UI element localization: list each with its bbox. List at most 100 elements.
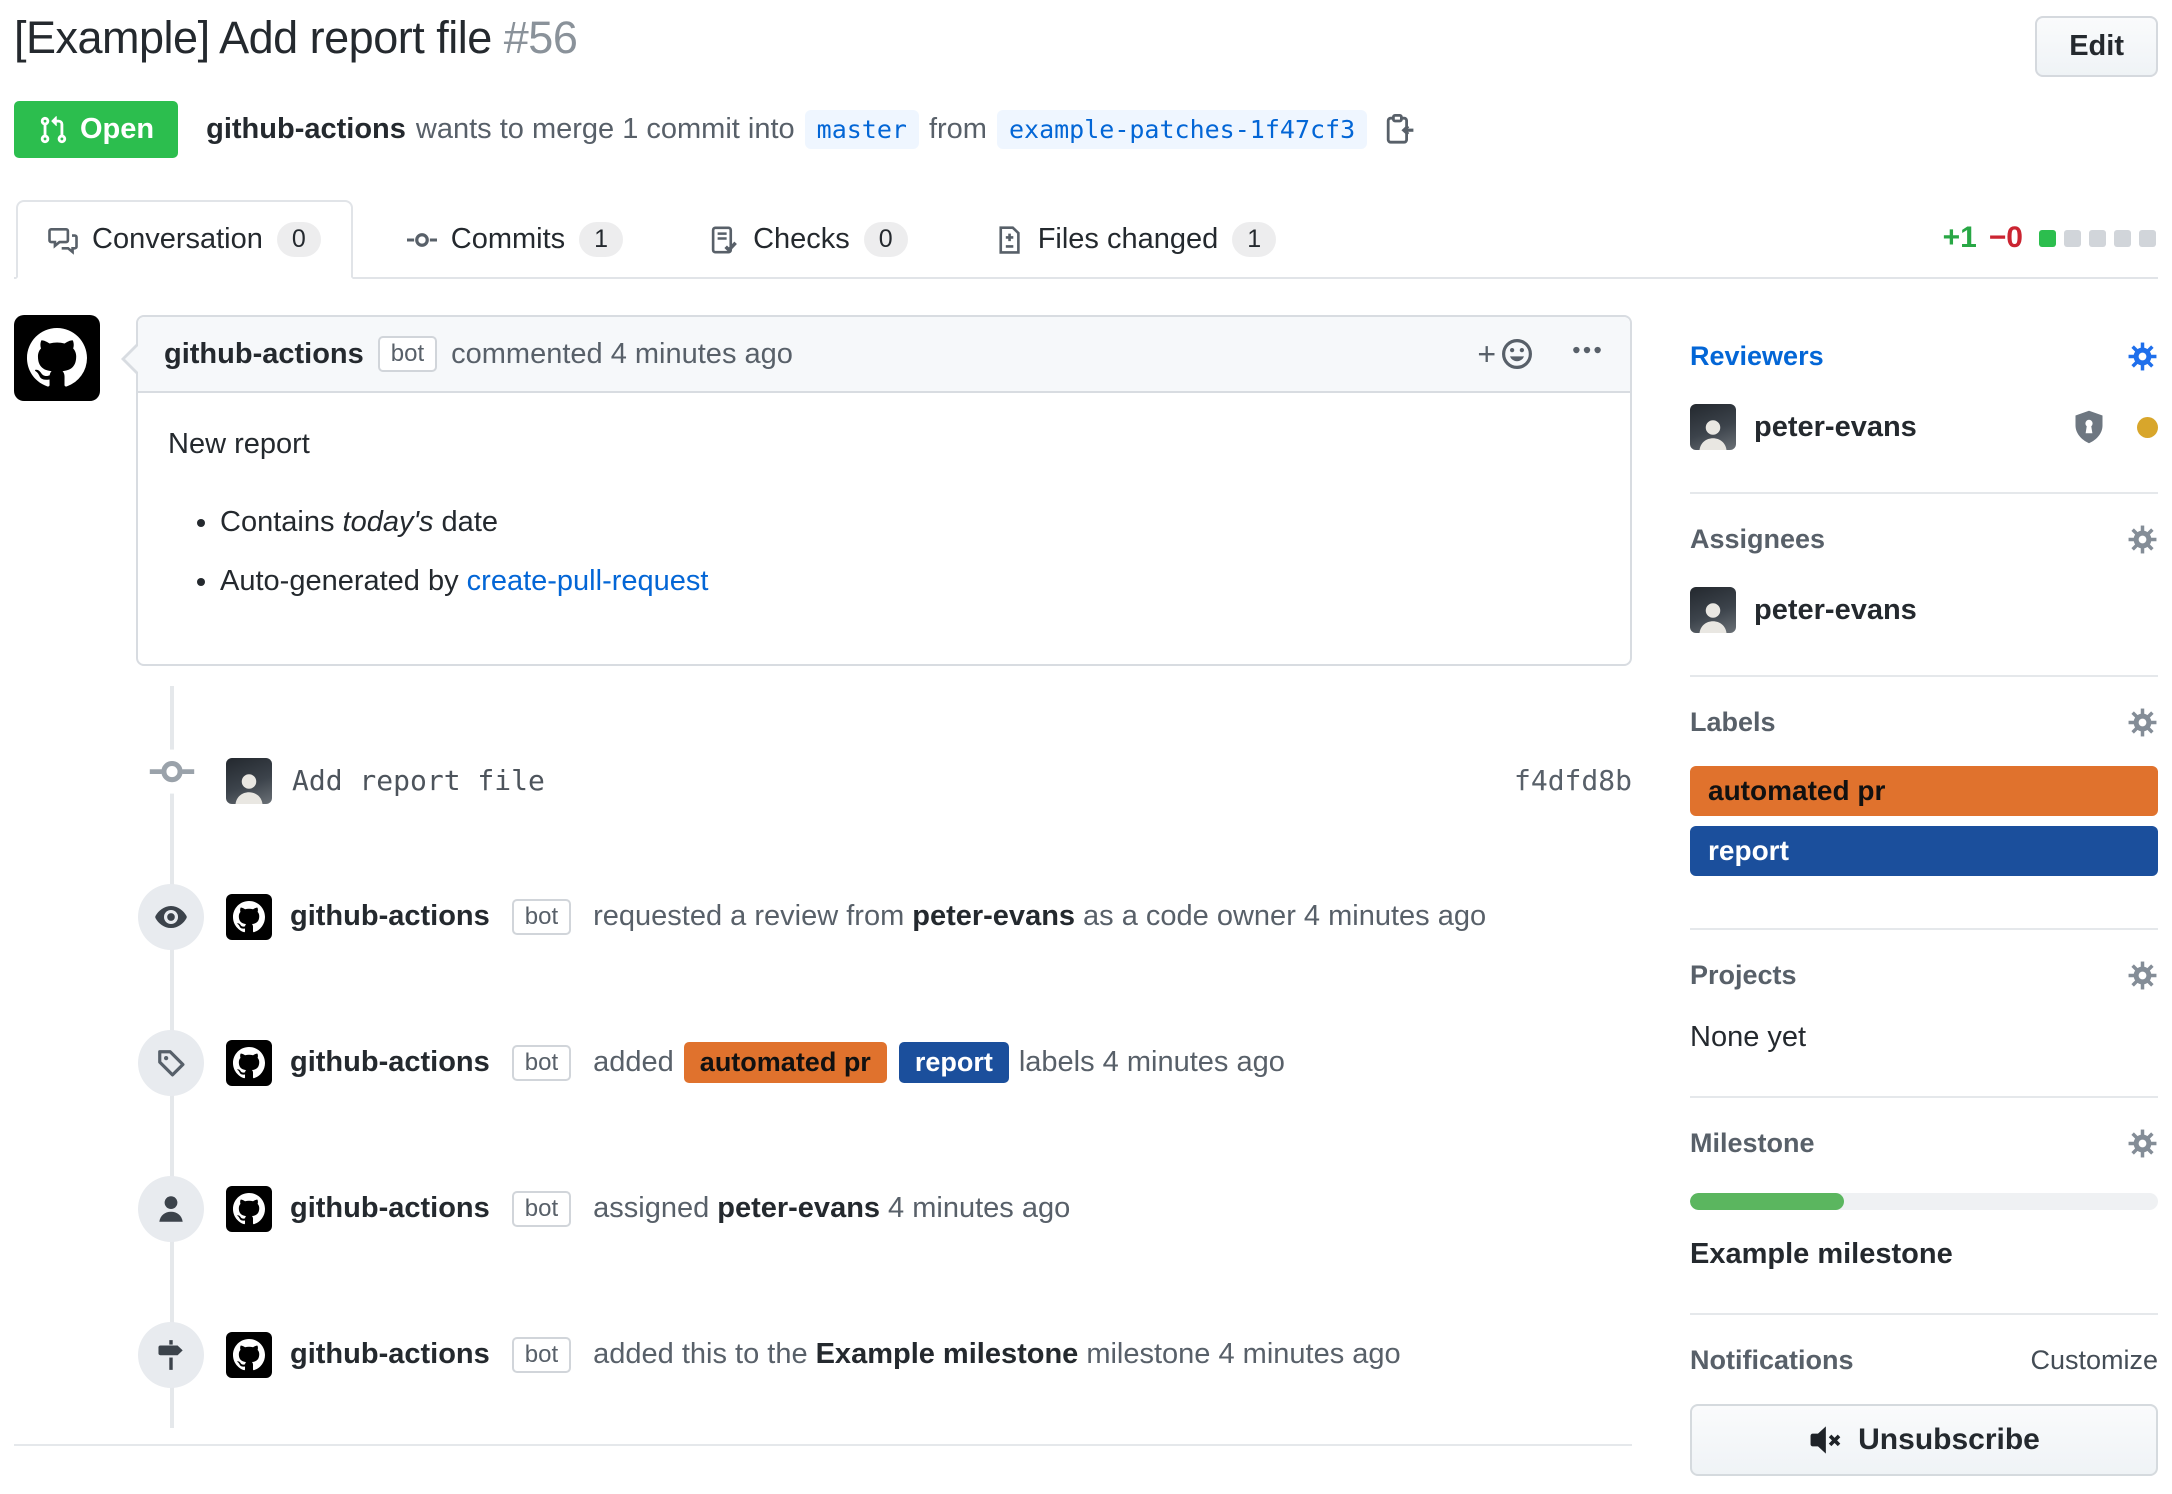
event-actor[interactable]: github-actions bbox=[290, 1192, 490, 1225]
pr-meta-row: Open github-actions wants to merge 1 com… bbox=[14, 101, 2158, 158]
avatar-peter-evans[interactable] bbox=[1690, 587, 1736, 633]
comment-discussion-icon bbox=[48, 225, 78, 255]
comment-bullet: Contains today's date bbox=[220, 501, 1600, 545]
customize-link[interactable]: Customize bbox=[2030, 1345, 2158, 1376]
assignees-header[interactable]: Assignees bbox=[1690, 524, 2158, 555]
diffstat[interactable]: +1 −0 bbox=[1943, 221, 2156, 277]
milestone-icon bbox=[138, 1322, 204, 1388]
gear-icon[interactable] bbox=[2127, 341, 2158, 372]
label-automated-pr[interactable]: automated pr bbox=[1690, 766, 2158, 816]
reviewers-title[interactable]: Reviewers bbox=[1690, 341, 1824, 372]
diff-block bbox=[2089, 230, 2106, 247]
reviewers-header[interactable]: Reviewers bbox=[1690, 341, 2158, 372]
add-reaction-button[interactable]: + bbox=[1477, 336, 1534, 373]
bot-badge: bot bbox=[378, 336, 437, 372]
tab-files-changed[interactable]: Files changed 1 bbox=[962, 200, 1308, 279]
edit-button[interactable]: Edit bbox=[2035, 16, 2158, 77]
tab-commits[interactable]: Commits 1 bbox=[375, 200, 655, 279]
commit-message[interactable]: Add report file bbox=[292, 764, 545, 797]
event-text: github-actions bot added this to the Exa… bbox=[290, 1337, 1401, 1373]
bot-badge: bot bbox=[512, 1191, 571, 1227]
label-report[interactable]: report bbox=[1690, 826, 2158, 876]
gear-icon[interactable] bbox=[2127, 707, 2158, 738]
pr-state-label: Open bbox=[80, 113, 154, 146]
milestone-header[interactable]: Milestone bbox=[1690, 1128, 2158, 1159]
label-automated-pr[interactable]: automated pr bbox=[684, 1042, 887, 1083]
pr-title-text: [Example] Add report file bbox=[14, 12, 492, 63]
labels-header[interactable]: Labels bbox=[1690, 707, 2158, 738]
projects-section: Projects None yet bbox=[1690, 930, 2158, 1098]
pr-number: #56 bbox=[504, 12, 578, 63]
merge-text: wants to merge 1 commit into bbox=[416, 113, 795, 146]
comment-meta[interactable]: commented 4 minutes ago bbox=[451, 338, 793, 371]
tab-label: Conversation bbox=[92, 223, 263, 256]
tab-label: Files changed bbox=[1038, 223, 1219, 256]
tab-counter: 1 bbox=[1232, 222, 1276, 257]
commit-row: Add report file f4dfd8b bbox=[14, 686, 1632, 844]
diffstat-deletions: −0 bbox=[1989, 221, 2023, 255]
avatar-peter-evans[interactable] bbox=[1690, 404, 1736, 450]
labels-section: Labels automated pr report bbox=[1690, 677, 2158, 930]
gear-icon[interactable] bbox=[2127, 524, 2158, 555]
comment-options-button[interactable] bbox=[1570, 333, 1604, 375]
base-branch-label[interactable]: master bbox=[805, 110, 919, 149]
timeline: Add report file f4dfd8b github-actions b… bbox=[14, 686, 1632, 1428]
milestone-progress-bar bbox=[1690, 1193, 2158, 1210]
avatar-github-actions[interactable] bbox=[226, 1332, 272, 1378]
projects-empty: None yet bbox=[1690, 1021, 2158, 1054]
comment-body: New report Contains today's date Auto-ge… bbox=[138, 393, 1630, 664]
checklist-icon bbox=[709, 225, 739, 255]
gear-icon[interactable] bbox=[2127, 1128, 2158, 1159]
avatar-github-actions[interactable] bbox=[14, 315, 100, 401]
reviewer-name[interactable]: peter-evans bbox=[1754, 411, 1917, 444]
clipboard-copy-icon bbox=[1383, 113, 1415, 145]
octocat-icon bbox=[27, 328, 87, 388]
comment-bullet: Auto-generated by create-pull-request bbox=[220, 560, 1600, 604]
bot-badge: bot bbox=[512, 899, 571, 935]
label-report[interactable]: report bbox=[899, 1042, 1009, 1083]
bot-badge: bot bbox=[512, 1337, 571, 1373]
event-actor[interactable]: github-actions bbox=[290, 1046, 490, 1079]
pr-tab-bar: Conversation 0 Commits 1 Checks 0 Files … bbox=[14, 200, 2158, 279]
head-branch-label[interactable]: example-patches-1f47cf3 bbox=[997, 110, 1367, 149]
commit-sha[interactable]: f4dfd8b bbox=[1514, 764, 1632, 797]
avatar-github-actions[interactable] bbox=[226, 1186, 272, 1232]
diffstat-additions: +1 bbox=[1943, 221, 1977, 255]
event-target-user[interactable]: peter-evans bbox=[912, 900, 1075, 933]
issue-comment: github-actions bot commented 4 minutes a… bbox=[14, 315, 1632, 666]
pr-sidebar: Reviewers peter-evans Assignees pet bbox=[1690, 315, 2158, 1494]
milestone-name[interactable]: Example milestone bbox=[1690, 1238, 2158, 1271]
avatar-github-actions[interactable] bbox=[226, 894, 272, 940]
tab-checks[interactable]: Checks 0 bbox=[677, 200, 940, 279]
comment-author[interactable]: github-actions bbox=[164, 338, 364, 371]
assignee-name[interactable]: peter-evans bbox=[1754, 594, 1917, 627]
event-target-user[interactable]: peter-evans bbox=[717, 1192, 880, 1225]
bot-badge: bot bbox=[512, 1045, 571, 1081]
gear-icon[interactable] bbox=[2127, 960, 2158, 991]
git-commit-icon bbox=[407, 225, 437, 255]
event-text: github-actions bot requested a review fr… bbox=[290, 899, 1486, 935]
assignee-row: peter-evans bbox=[1690, 587, 2158, 633]
event-actor[interactable]: github-actions bbox=[290, 1338, 490, 1371]
assignees-section: Assignees peter-evans bbox=[1690, 494, 2158, 677]
event-target-milestone[interactable]: Example milestone bbox=[816, 1338, 1079, 1371]
avatar-peter-evans[interactable] bbox=[226, 758, 272, 804]
avatar-github-actions[interactable] bbox=[226, 1040, 272, 1086]
smiley-icon bbox=[1500, 337, 1534, 371]
create-pull-request-link[interactable]: create-pull-request bbox=[467, 565, 709, 597]
copy-branch-button[interactable] bbox=[1377, 113, 1415, 147]
pr-title-row: [Example] Add report file #56 Edit bbox=[14, 10, 2158, 77]
mute-icon bbox=[1808, 1423, 1842, 1457]
unsubscribe-button[interactable]: Unsubscribe bbox=[1690, 1404, 2158, 1476]
pr-author[interactable]: github-actions bbox=[206, 113, 406, 146]
projects-header[interactable]: Projects bbox=[1690, 960, 2158, 991]
milestone-section: Milestone Example milestone bbox=[1690, 1098, 2158, 1315]
tab-conversation[interactable]: Conversation 0 bbox=[16, 200, 353, 279]
milestone-title: Milestone bbox=[1690, 1128, 1815, 1159]
event-actor[interactable]: github-actions bbox=[290, 900, 490, 933]
eye-icon bbox=[138, 884, 204, 950]
tab-counter: 1 bbox=[579, 222, 623, 257]
tag-icon bbox=[138, 1030, 204, 1096]
pull-request-page: [Example] Add report file #56 Edit Open … bbox=[0, 0, 2172, 1494]
diff-block bbox=[2114, 230, 2131, 247]
